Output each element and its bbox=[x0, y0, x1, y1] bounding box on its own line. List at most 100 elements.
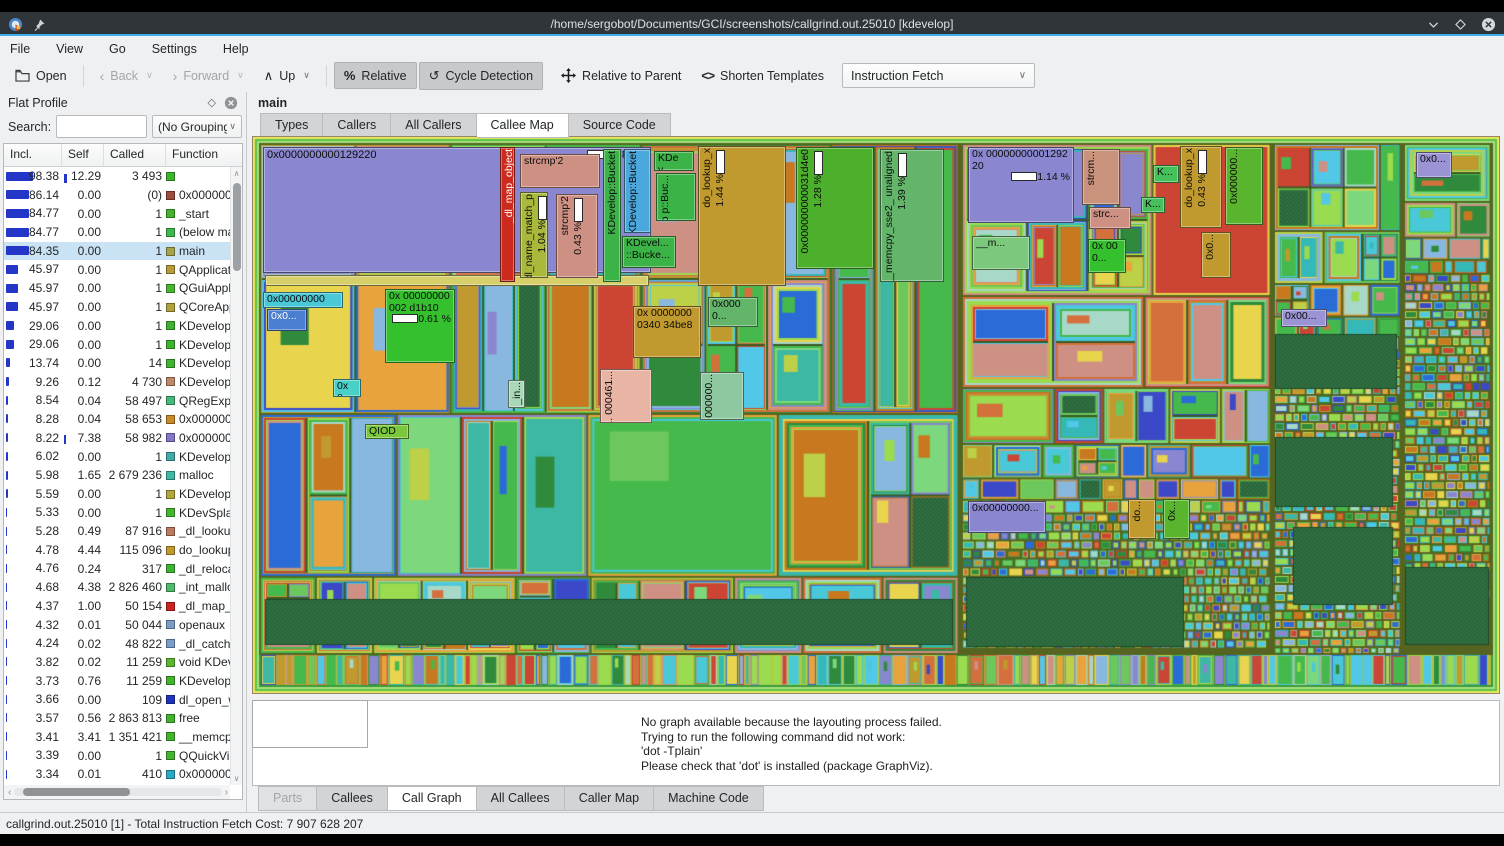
table-row[interactable]: 84.350.001main bbox=[4, 242, 230, 261]
table-row[interactable]: 84.770.001(below mai bbox=[4, 223, 230, 242]
treemap-block[interactable]: KDevelop::Bucket bbox=[603, 149, 621, 282]
treemap-block[interactable]: _dl_map_object1.96 % bbox=[500, 147, 515, 282]
table-row[interactable]: 4.784.44115 096do_lookup bbox=[4, 541, 230, 560]
treemap-block[interactable]: 0x 000... bbox=[1088, 239, 1126, 273]
tab-source-code[interactable]: Source Code bbox=[569, 113, 671, 138]
vscroll-thumb[interactable] bbox=[233, 183, 241, 271]
pin-icon[interactable] bbox=[33, 18, 46, 31]
grouping-select[interactable]: (No Grouping) ∨ bbox=[152, 115, 242, 138]
table-row[interactable]: 45.970.001QCoreAppl bbox=[4, 298, 230, 317]
table-row[interactable]: 13.740.0014KDevelop:: bbox=[4, 354, 230, 373]
table-header[interactable]: Incl. Self Called Function bbox=[4, 144, 242, 167]
table-row[interactable]: 4.320.0150 044openaux bbox=[4, 616, 230, 635]
treemap-block[interactable]: 0x000000000... bbox=[263, 292, 343, 308]
treemap-block[interactable]: 0x0000... bbox=[708, 297, 758, 327]
treemap-block[interactable]: KDevelo p::Buc... bbox=[656, 173, 696, 221]
search-input[interactable] bbox=[56, 115, 147, 138]
table-row[interactable]: 3.660.00109dl_open_w bbox=[4, 690, 230, 709]
treemap-block[interactable]: QIODe... bbox=[365, 424, 409, 439]
treemap-block[interactable]: strcm... bbox=[1082, 149, 1120, 205]
table-row[interactable]: 45.970.001QApplicatio bbox=[4, 260, 230, 279]
tab-all-callers[interactable]: All Callers bbox=[391, 113, 476, 138]
cycle-detection-toggle[interactable]: ↺ Cycle Detection bbox=[419, 62, 543, 90]
table-row[interactable]: 84.770.001_start bbox=[4, 204, 230, 223]
table-row[interactable]: 4.371.0050 154_dl_map_o bbox=[4, 597, 230, 616]
scroll-left-icon[interactable]: ‹ bbox=[4, 787, 11, 798]
treemap-block[interactable]: strcmp'2 bbox=[520, 154, 600, 188]
table-row[interactable]: 9.260.124 730KDevelop:: bbox=[4, 373, 230, 392]
tab-parts[interactable]: Parts bbox=[258, 786, 317, 811]
treemap-block[interactable]: 0x 00000000002 d1b100.61 % bbox=[385, 289, 455, 363]
back-button[interactable]: ‹Back∨ bbox=[91, 63, 162, 89]
table-row[interactable]: 3.820.0211 259void KDeve bbox=[4, 653, 230, 672]
treemap-block[interactable]: strc... bbox=[1089, 207, 1131, 229]
table-row[interactable]: 8.540.0458 497QRegExp::( bbox=[4, 391, 230, 410]
menu-file[interactable]: File bbox=[10, 42, 30, 56]
table-row[interactable]: 3.413.411 351 421__memcpy bbox=[4, 728, 230, 747]
forward-button[interactable]: ›Forward∨ bbox=[164, 63, 253, 89]
tab-call-graph[interactable]: Call Graph bbox=[388, 786, 477, 811]
menu-go[interactable]: Go bbox=[109, 42, 126, 56]
relative-toggle[interactable]: % Relative bbox=[334, 62, 417, 89]
tab-machine-code[interactable]: Machine Code bbox=[654, 786, 764, 811]
shorten-templates-toggle[interactable]: <> Shorten Templates bbox=[692, 64, 833, 88]
treemap-block[interactable]: 0x... bbox=[1163, 499, 1190, 539]
open-button[interactable]: Open bbox=[6, 64, 76, 88]
treemap-block[interactable]: do_lookup_x0.43 % bbox=[1180, 146, 1222, 228]
table-row[interactable]: 6.020.001KDevelop:: bbox=[4, 447, 230, 466]
table-row[interactable]: 4.240.0248 822_dl_catch_ bbox=[4, 634, 230, 653]
treemap-block[interactable]: 0x 00000000001292201.14 % bbox=[968, 147, 1074, 223]
table-row[interactable]: 5.590.001KDevelop:: bbox=[4, 485, 230, 504]
treemap-block[interactable]: 0x0... bbox=[1201, 232, 1231, 278]
table-row[interactable]: 29.060.001KDevelop:: bbox=[4, 317, 230, 336]
table-row[interactable]: 29.060.001KDevelop:: bbox=[4, 335, 230, 354]
relative-to-parent-toggle[interactable]: Relative to Parent bbox=[552, 63, 690, 88]
treemap-block[interactable]: __memcpy_sse2_ unaligned1.39 % bbox=[880, 149, 944, 282]
menu-help[interactable]: Help bbox=[223, 42, 249, 56]
table-row[interactable]: 8.227.3858 9820x0000000 bbox=[4, 429, 230, 448]
treemap-block[interactable]: 0x00000000... bbox=[968, 501, 1046, 533]
table-row[interactable]: 4.684.382 826 460_int_malloc bbox=[4, 578, 230, 597]
treemap-block[interactable]: 0x000000000031d4e01.28 % bbox=[796, 147, 874, 269]
tab-types[interactable]: Types bbox=[260, 113, 323, 138]
tab-callers[interactable]: Callers bbox=[323, 113, 391, 138]
horizontal-scrollbar[interactable]: ‹ › bbox=[4, 785, 230, 799]
treemap-block[interactable]: 0x0... bbox=[333, 379, 361, 397]
table-row[interactable]: 3.570.562 863 813free bbox=[4, 709, 230, 728]
table-row[interactable]: 5.981.652 679 236malloc bbox=[4, 466, 230, 485]
table-row[interactable]: 8.280.0458 6530x0000000 bbox=[4, 410, 230, 429]
treemap-block[interactable]: KDevel... ::Bucke... bbox=[622, 236, 676, 268]
menu-settings[interactable]: Settings bbox=[152, 42, 197, 56]
table-row[interactable]: 5.330.001KDevSplasl bbox=[4, 503, 230, 522]
treemap-block[interactable]: _in... bbox=[508, 380, 525, 408]
tab-callee-map[interactable]: Callee Map bbox=[477, 113, 569, 138]
treemap-block[interactable]: 0x 000000... 000461... bbox=[600, 369, 652, 423]
table-row[interactable]: 3.390.001QQuickVie bbox=[4, 746, 230, 765]
treemap-block[interactable]: 0x000000... bbox=[1225, 147, 1263, 225]
table-row[interactable]: 3.730.7611 259KDevelop:: bbox=[4, 672, 230, 691]
hscroll-thumb[interactable] bbox=[23, 788, 131, 796]
treemap-block[interactable]: K... bbox=[1153, 165, 1179, 183]
treemap-block[interactable]: do_lookup_x1.44 % bbox=[698, 146, 786, 286]
treemap-block[interactable]: 0x0... bbox=[1416, 152, 1452, 178]
close-dock-icon[interactable] bbox=[224, 96, 238, 110]
treemap-block[interactable]: do... bbox=[1128, 499, 1156, 539]
table-row[interactable]: 4.760.24317_dl_relocat bbox=[4, 559, 230, 578]
scroll-down-icon[interactable]: ∨ bbox=[231, 774, 242, 783]
table-row[interactable]: 86.140.00(0)0x0000000 bbox=[4, 186, 230, 205]
table-row[interactable]: 3.340.014100x0000000 bbox=[4, 765, 230, 784]
treemap-block[interactable]: __m... bbox=[972, 236, 1030, 270]
tab-all-callees[interactable]: All Callees bbox=[477, 786, 565, 811]
treemap-block[interactable]: strcmp'20.43 % bbox=[556, 194, 598, 278]
treemap-block[interactable]: K... bbox=[1141, 197, 1165, 213]
scroll-up-icon[interactable]: ∧ bbox=[231, 167, 242, 178]
treemap-block[interactable]: 0x0... bbox=[267, 309, 307, 331]
minimize-icon[interactable] bbox=[1427, 18, 1440, 31]
treemap-block[interactable]: 0x 000000... bbox=[700, 372, 744, 420]
vertical-scrollbar[interactable]: ∧ ∨ bbox=[230, 167, 242, 785]
event-type-select[interactable]: Instruction Fetch ∨ bbox=[842, 63, 1035, 88]
treemap-block[interactable]: KDevelop::Bucket bbox=[624, 149, 651, 233]
menu-view[interactable]: View bbox=[56, 42, 83, 56]
treemap-block[interactable]: KDev... bbox=[654, 151, 694, 171]
tab-caller-map[interactable]: Caller Map bbox=[565, 786, 654, 811]
